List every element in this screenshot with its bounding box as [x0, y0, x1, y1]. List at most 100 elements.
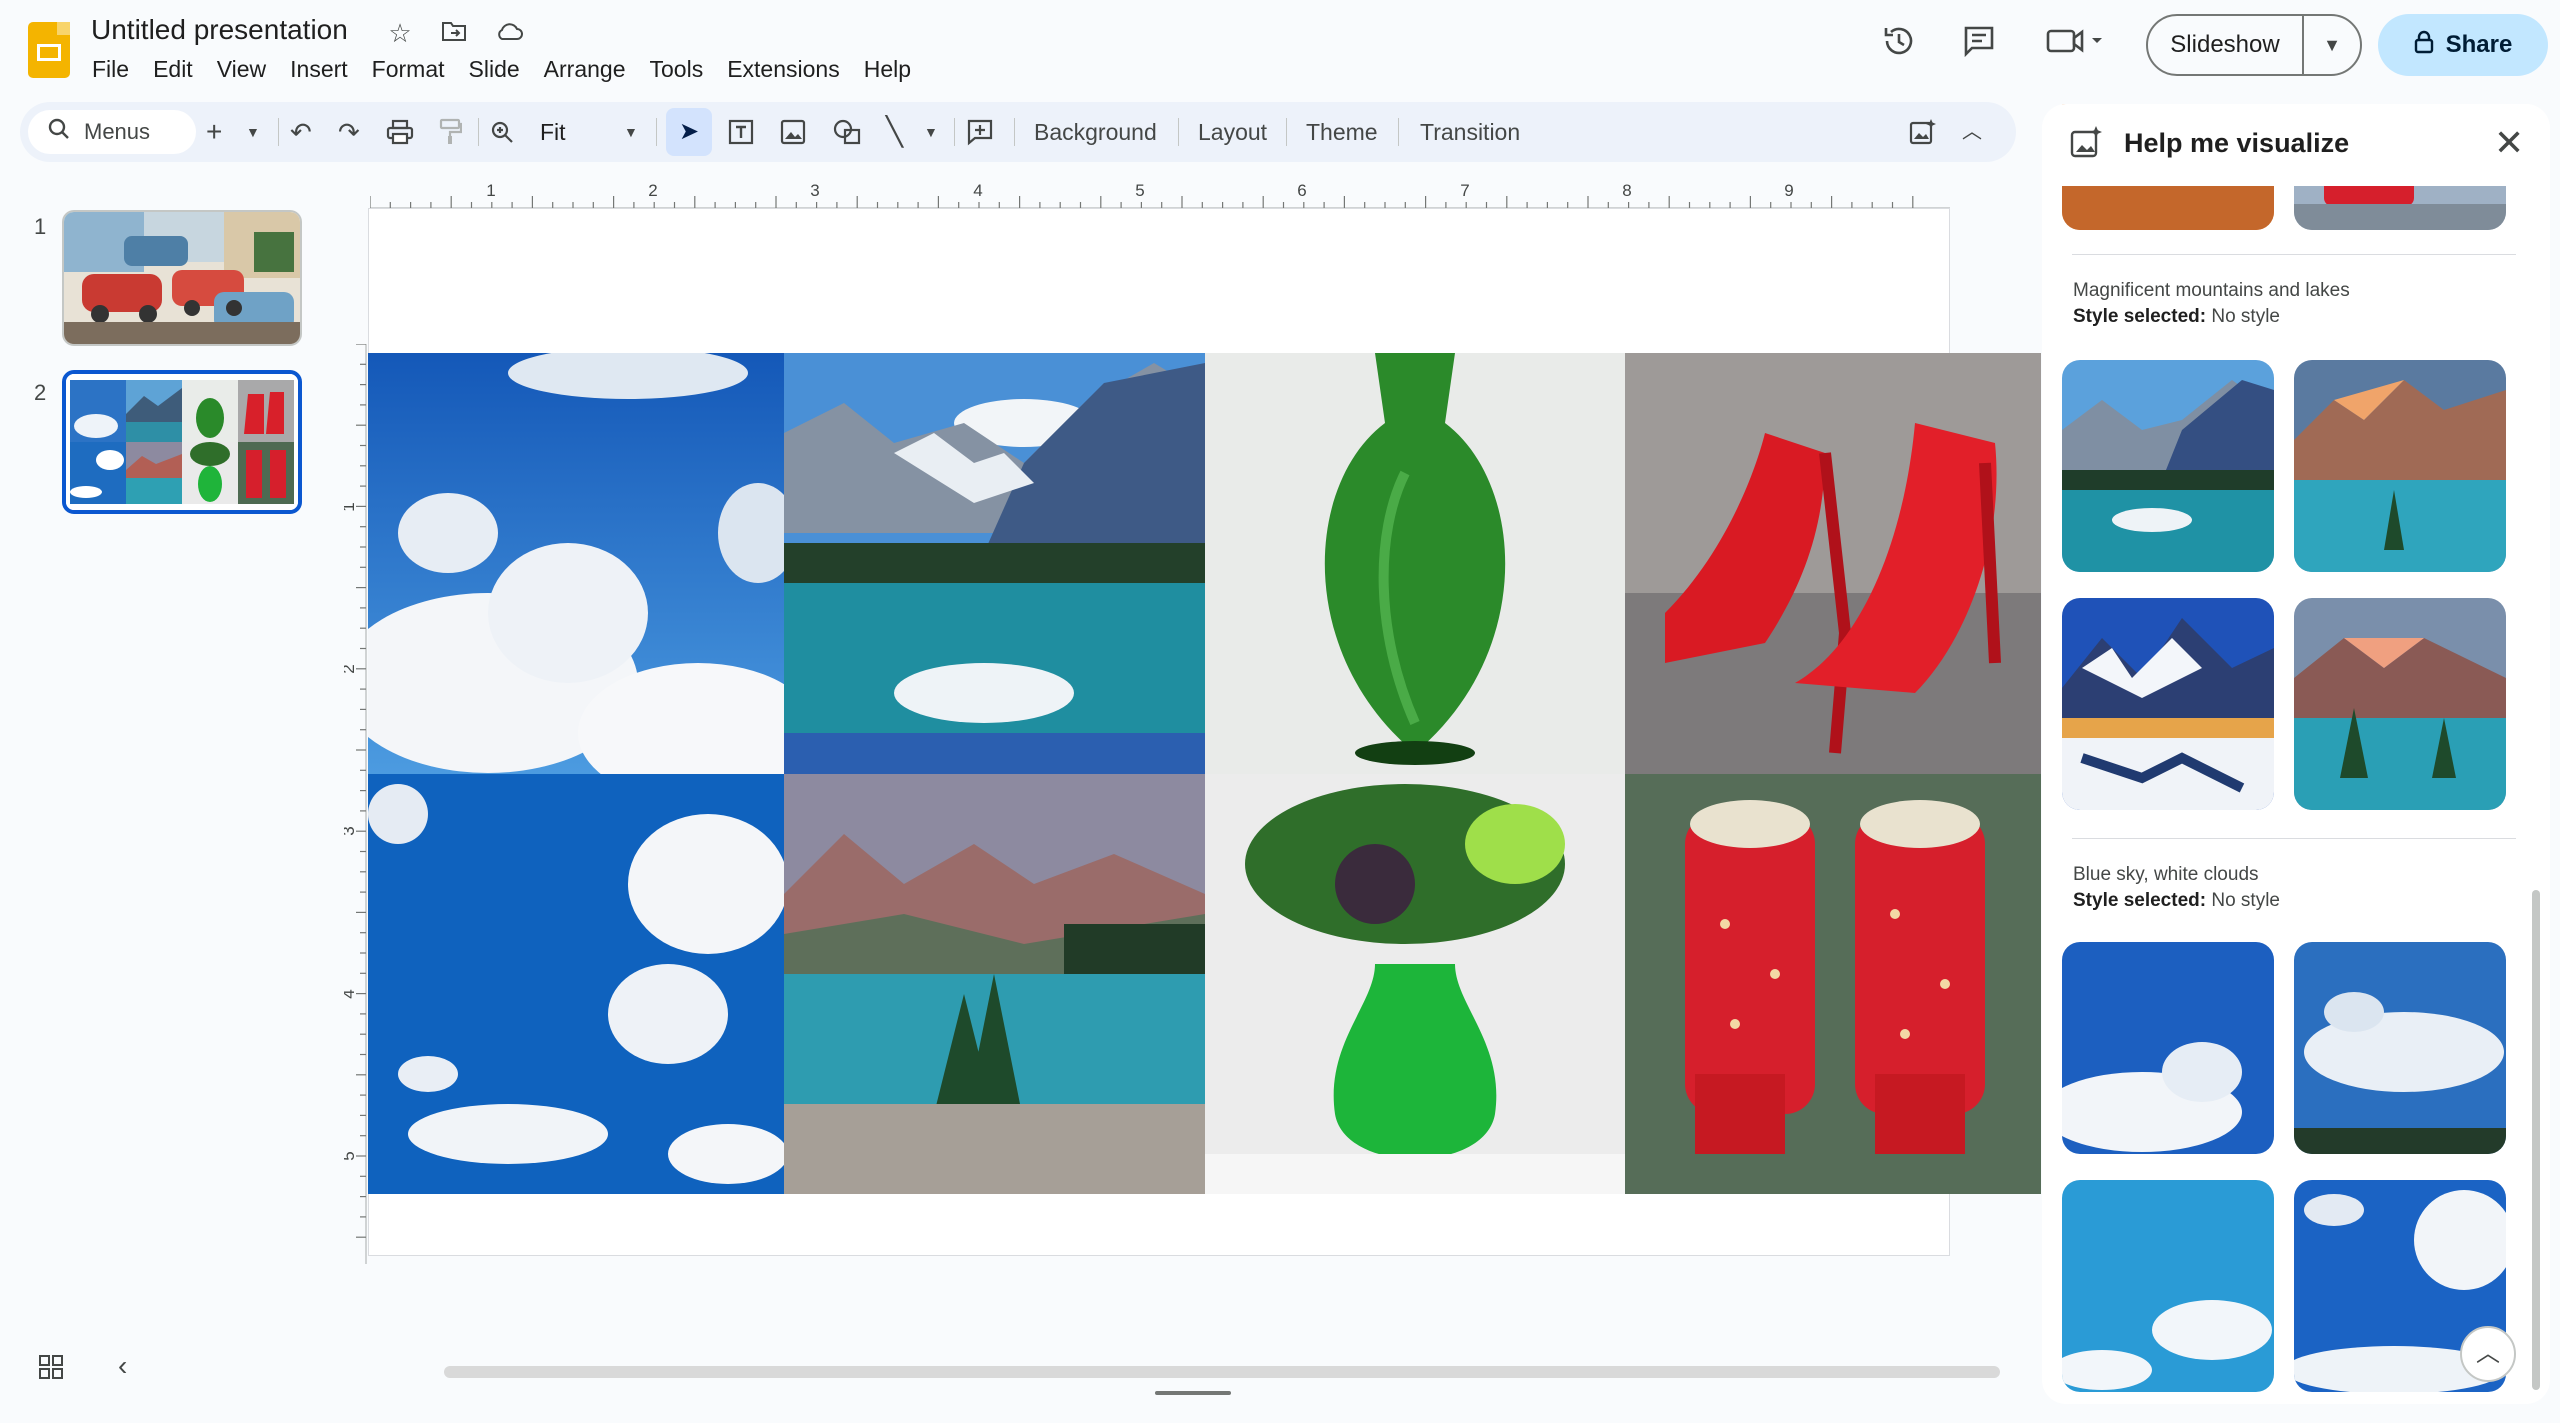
notes-resize-handle[interactable] — [1155, 1391, 1231, 1395]
lock-icon — [2414, 30, 2434, 61]
slideshow-label[interactable]: Slideshow — [2148, 16, 2304, 74]
background-button[interactable]: Background — [1034, 102, 1157, 162]
ruler-label: 5 — [344, 1151, 358, 1160]
mountain-result-image-1[interactable] — [2062, 360, 2274, 572]
shape-icon[interactable] — [832, 102, 862, 162]
cloud-status-icon[interactable] — [494, 18, 523, 49]
paint-format-icon[interactable] — [438, 102, 463, 162]
line-icon[interactable]: ╲ — [886, 102, 903, 162]
ruler-label: 2 — [648, 181, 657, 200]
horizontal-scrollbar[interactable] — [444, 1366, 2000, 1378]
group-style: Style selected: No style — [2073, 306, 2280, 328]
mountain-result-image-3[interactable] — [2062, 598, 2274, 810]
menu-extensions[interactable]: Extensions — [715, 56, 852, 83]
menu-help[interactable]: Help — [852, 56, 923, 83]
select-tool-icon[interactable]: ➤ — [666, 108, 712, 156]
slideshow-button[interactable]: Slideshow ▼ — [2146, 14, 2362, 76]
group-prompt: Magnificent mountains and lakes — [2073, 280, 2350, 301]
ruler-label: 8 — [1622, 181, 1631, 200]
line-dropdown-icon[interactable]: ▼ — [924, 102, 938, 162]
slide-image-red-stilettos[interactable] — [1625, 353, 2041, 774]
sky-result-image-2[interactable] — [2294, 942, 2506, 1154]
menu-format[interactable]: Format — [360, 56, 457, 83]
menus-label: Menus — [84, 119, 151, 144]
search-icon — [48, 118, 70, 146]
zoom-select[interactable]: Fit — [540, 102, 566, 162]
undo-icon[interactable]: ↶ — [290, 102, 312, 162]
slide-image-mountain-lake-trees[interactable] — [784, 774, 1205, 1194]
slide-number-2: 2 — [34, 380, 47, 405]
slide-number-1: 1 — [34, 214, 47, 239]
menu-insert[interactable]: Insert — [278, 56, 360, 83]
mountain-result-image-4[interactable] — [2294, 598, 2506, 810]
slide-image-green-vase-plant[interactable] — [1205, 774, 1625, 1194]
redo-icon[interactable]: ↷ — [338, 102, 360, 162]
slide-thumbnail-1[interactable] — [62, 210, 302, 346]
menu-arrange[interactable]: Arrange — [532, 56, 638, 83]
ruler-label: 4 — [344, 989, 358, 998]
menu-bar: File Edit View Insert Format Slide Arran… — [80, 56, 923, 83]
collapse-filmstrip-icon[interactable]: ‹ — [118, 1350, 127, 1382]
menu-slide[interactable]: Slide — [457, 56, 532, 83]
panel-scrollbar[interactable] — [2532, 890, 2540, 1390]
slide-thumbnail-2[interactable] — [62, 370, 302, 514]
ruler-label: 2 — [344, 664, 358, 673]
vertical-ruler[interactable]: 1 2 3 4 5 — [344, 344, 368, 1264]
zoom-icon[interactable] — [490, 102, 514, 162]
ruler-label: 5 — [1135, 181, 1144, 200]
style-value: No style — [2211, 890, 2280, 911]
sky-result-image-3[interactable] — [2062, 1180, 2274, 1392]
slide-image-sky-2[interactable] — [368, 774, 784, 1194]
style-value: No style — [2211, 306, 2280, 327]
new-slide-dropdown-icon[interactable]: ▼ — [246, 102, 260, 162]
close-icon[interactable]: ✕ — [2494, 122, 2524, 164]
ruler-label: 3 — [344, 826, 358, 835]
help-me-visualize-panel: Magnificent mountains and lakes Style se… — [2042, 104, 2550, 1404]
grid-view-icon[interactable] — [38, 1354, 64, 1387]
menu-tools[interactable]: Tools — [638, 56, 716, 83]
ruler-label: 1 — [344, 502, 358, 511]
star-icon[interactable]: ☆ — [386, 18, 414, 49]
ruler-label: 9 — [1784, 181, 1793, 200]
panel-title: Help me visualize — [2124, 128, 2350, 158]
sky-result-image-1[interactable] — [2062, 942, 2274, 1154]
help-me-visualize-toolbar-icon[interactable] — [1908, 102, 1936, 162]
slide-image-mountain-lake[interactable] — [784, 353, 1205, 774]
group-style: Style selected: No style — [2073, 890, 2280, 912]
slides-logo[interactable] — [28, 22, 70, 78]
document-title[interactable]: Untitled presentation — [91, 14, 348, 46]
horizontal-ruler[interactable]: 1 2 3 4 5 6 7 8 9 — [370, 180, 1950, 210]
menu-view[interactable]: View — [205, 56, 278, 83]
ruler-label: 4 — [973, 181, 982, 200]
theme-button[interactable]: Theme — [1306, 102, 1378, 162]
share-button[interactable]: Share — [2378, 14, 2548, 76]
transition-button[interactable]: Transition — [1420, 102, 1520, 162]
style-label: Style selected: — [2073, 306, 2207, 327]
new-slide-icon[interactable]: + — [206, 102, 222, 162]
toolbar: Menus + ▼ ↶ ↷ Fit ▼ ➤ ╲ ▼ Background Lay… — [20, 102, 2016, 162]
history-icon[interactable] — [1882, 24, 1916, 66]
menu-file[interactable]: File — [80, 56, 141, 83]
insert-image-icon[interactable] — [780, 102, 806, 162]
slide-image-red-embroidered-boots[interactable] — [1625, 774, 2041, 1194]
search-menus[interactable]: Menus — [28, 110, 196, 154]
comment-icon[interactable] — [1962, 24, 1996, 66]
ruler-label: 6 — [1297, 181, 1306, 200]
slide-image-green-vase[interactable] — [1205, 353, 1625, 774]
zoom-dropdown-icon[interactable]: ▼ — [624, 102, 638, 162]
collapse-toolbar-icon[interactable]: ︿ — [1962, 102, 1982, 162]
chevron-up-icon[interactable]: ︿ — [2460, 1326, 2516, 1382]
print-icon[interactable] — [386, 102, 414, 162]
move-folder-icon[interactable] — [440, 18, 468, 49]
group-prompt: Blue sky, white clouds — [2073, 864, 2259, 885]
menu-edit[interactable]: Edit — [141, 56, 205, 83]
ruler-label: 7 — [1460, 181, 1469, 200]
mountain-result-image-2[interactable] — [2294, 360, 2506, 572]
slideshow-dropdown-icon[interactable]: ▼ — [2304, 35, 2360, 56]
slide-image-sky[interactable] — [368, 353, 784, 774]
layout-button[interactable]: Layout — [1198, 102, 1267, 162]
meet-icon[interactable] — [2046, 24, 2106, 66]
text-box-icon[interactable] — [726, 102, 756, 162]
share-label: Share — [2445, 31, 2513, 58]
add-comment-icon[interactable] — [966, 102, 994, 162]
